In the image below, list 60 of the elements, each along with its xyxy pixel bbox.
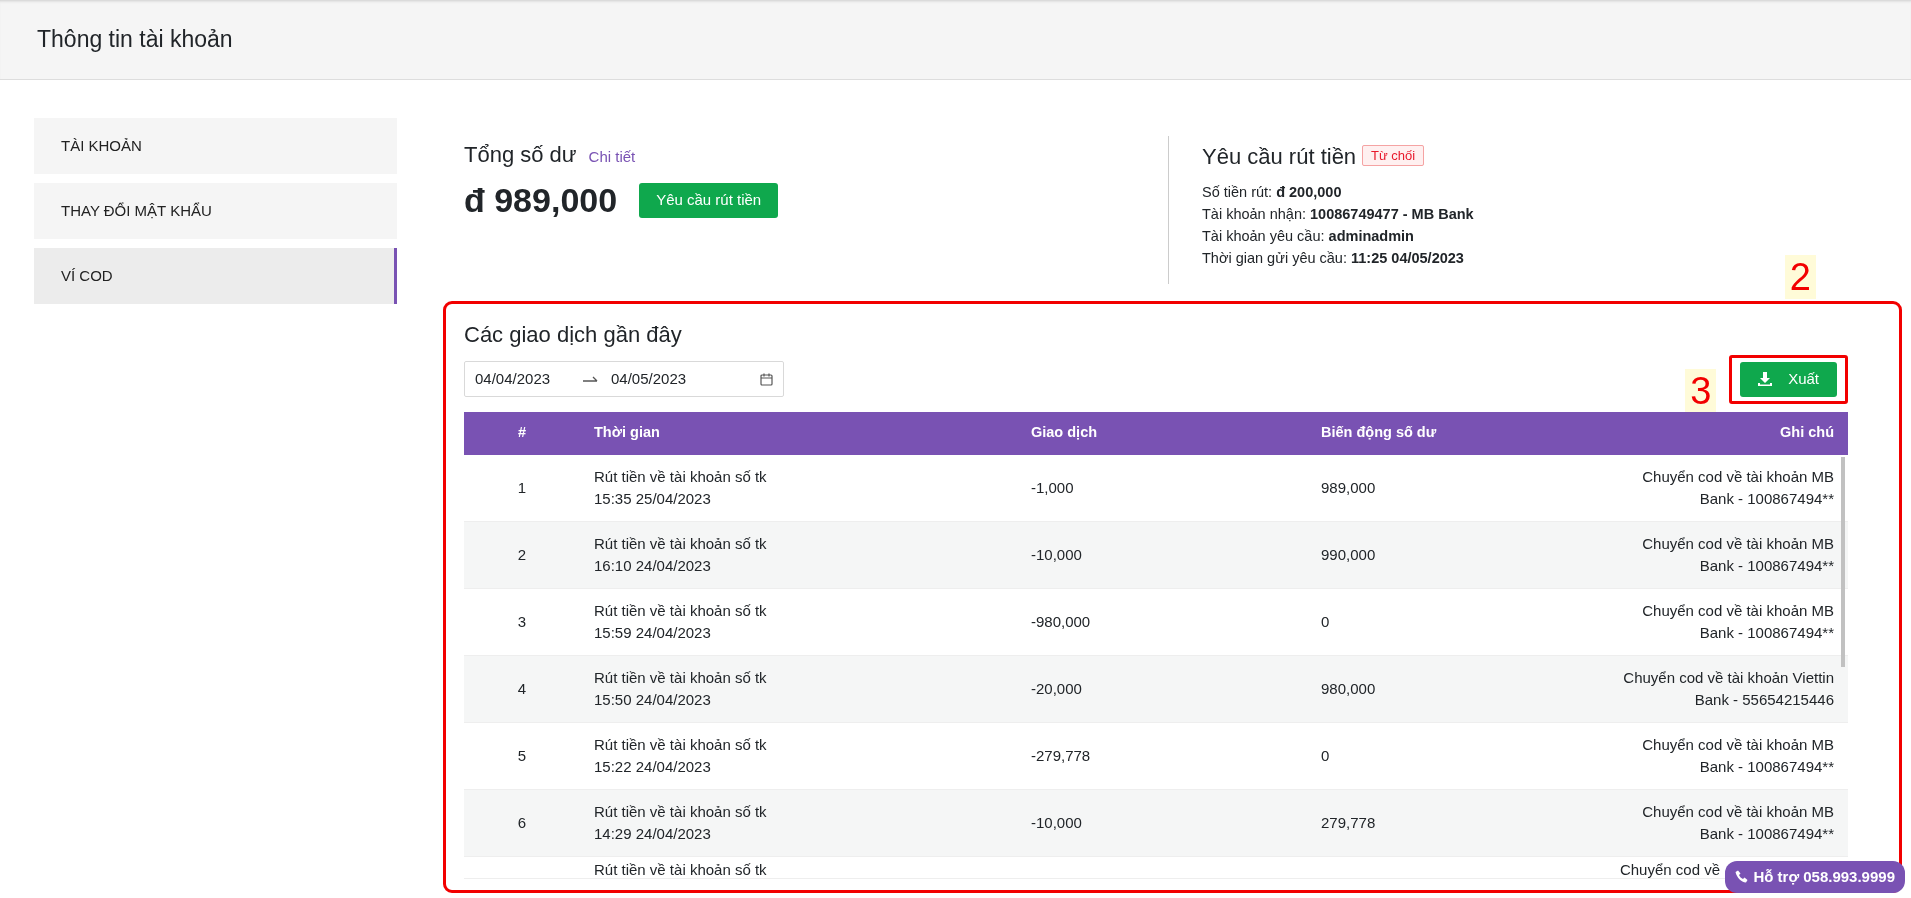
- table-cell: Rút tiền về tài khoản số tk 15:50 24/04/2023: [594, 668, 767, 708]
- section-title: Các giao dịch gần đây: [464, 321, 682, 349]
- column-header: Ghi chú: [1597, 411, 1848, 455]
- page-title: Thông tin tài khoản: [37, 25, 233, 54]
- table-cell: -1,000: [1031, 478, 1074, 496]
- column-header: Thời gian: [580, 411, 1017, 455]
- info-line: Tài khoản yêu cầu: adminadmin: [1202, 227, 1415, 246]
- info-line: Tài khoản nhận: 10086749477 - MB Bank: [1202, 205, 1474, 224]
- column-header: Giao dịch: [1017, 411, 1307, 455]
- table-cell: 0: [1321, 746, 1330, 764]
- table-cell: 3: [517, 612, 527, 630]
- table-cell: Rút tiền về tài khoản số tk 16:10 24/04/2023: [594, 534, 767, 574]
- table-cell: 990,000: [1321, 545, 1376, 563]
- table-cell: Rút tiền về tài khoản số tk 15:59 24/04/2023: [594, 601, 767, 641]
- table-cell: Rút tiền về tài khoản số tk: [594, 860, 767, 878]
- table-cell: 989,000: [1321, 478, 1376, 496]
- sidebar-item[interactable]: THAY ĐỔI MẬT KHẨU: [34, 183, 397, 239]
- table-cell: -980,000: [1031, 612, 1091, 630]
- table-cell: -10,000: [1031, 545, 1082, 563]
- table-cell: -10,000: [1031, 813, 1082, 831]
- table-cell: Chuyển cod về: [1619, 860, 1720, 878]
- download-icon: [1758, 372, 1773, 387]
- table-cell: Rút tiền về tài khoản số tk 15:35 25/04/2023: [594, 467, 767, 507]
- calendar-icon: [760, 372, 773, 386]
- scrollbar[interactable]: [1841, 456, 1845, 667]
- arrow-icon: [583, 375, 599, 383]
- table-cell: 4: [517, 679, 527, 697]
- sidebar-item[interactable]: VÍ COD: [34, 248, 397, 304]
- table-cell: -20,000: [1031, 679, 1082, 697]
- table-cell: 279,778: [1321, 813, 1376, 831]
- table-cell: Rút tiền về tài khoản số tk 14:29 24/04/2023: [594, 802, 767, 842]
- table-cell: 2: [517, 545, 527, 563]
- table-cell: 5: [517, 746, 527, 764]
- column-header: Biến động số dư: [1307, 411, 1597, 455]
- table-cell: Rút tiền về tài khoản số tk 15:22 24/04/2023: [594, 735, 767, 775]
- detail-link[interactable]: Chi tiết: [588, 146, 636, 169]
- annotation-number: 3: [1685, 369, 1717, 413]
- section-title: Tổng số dư: [464, 141, 577, 169]
- status-tag: Từ chối: [1362, 145, 1425, 166]
- table-cell: Chuyển cod về tài khoản MB Bank - 100867494**: [1642, 534, 1834, 574]
- table-cell: 980,000: [1321, 679, 1376, 697]
- table-cell: -279,778: [1031, 746, 1091, 764]
- info-line: Số tiền rút: đ 200,000: [1202, 183, 1343, 202]
- table-cell: 0: [1321, 612, 1330, 630]
- column-header: #: [464, 411, 580, 455]
- sidebar-item[interactable]: TÀI KHOẢN: [34, 118, 397, 174]
- info-line: Thời gian gửi yêu cầu: 11:25 04/05/2023: [1202, 249, 1465, 268]
- table-cell: Chuyển cod về tài khoản MB Bank - 100867494**: [1642, 802, 1834, 842]
- phone-icon: [1735, 869, 1750, 884]
- table-cell: Chuyển cod về tài khoản MB Bank - 100867494**: [1642, 467, 1834, 507]
- balance-amount: đ 989,000: [464, 180, 618, 221]
- section-title: Yêu cầu rút tiền: [1202, 144, 1357, 169]
- support-button[interactable]: Hỗ trợ 058.993.9999: [1725, 860, 1905, 893]
- table-cell: Chuyển cod về tài khoản MB Bank - 100867494**: [1642, 601, 1834, 641]
- table-cell: Chuyển cod về tài khoản MB Bank - 100867494**: [1642, 735, 1834, 775]
- annotation-number: 2: [1784, 255, 1816, 299]
- table-cell: Chuyển cod về tài khoản Viettin Bank - 55654215446: [1623, 668, 1834, 708]
- date-range-field[interactable]: 04/04/2023 04/05/2023: [464, 361, 784, 397]
- table-cell: 1: [517, 478, 527, 496]
- table-cell: 6: [517, 813, 527, 831]
